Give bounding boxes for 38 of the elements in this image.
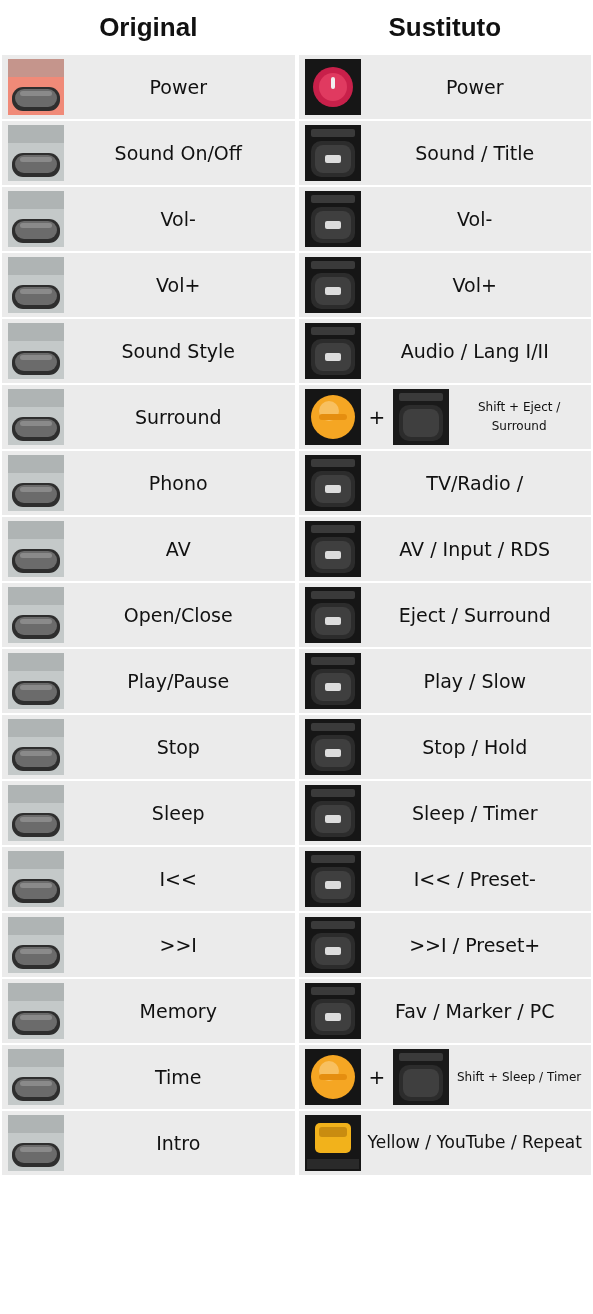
button-label: Vol-	[159, 208, 197, 230]
button-label: I<<	[158, 868, 198, 890]
button-label: Open/Close	[122, 604, 234, 626]
button-label: >>I / Preset+	[408, 934, 542, 956]
button-label: Sleep / Timer	[410, 802, 539, 824]
button-label: Yellow / YouTube / Repeat	[366, 1131, 583, 1155]
button-label: Phono	[147, 472, 209, 494]
button-label: Vol+	[155, 274, 202, 296]
button-label: Fav / Marker / PC	[394, 1000, 556, 1022]
button-label: AV	[164, 538, 192, 560]
button-label: Eject / Surround	[397, 604, 552, 626]
button-label: TV/Radio /	[425, 472, 525, 494]
button-label: Time	[154, 1066, 203, 1088]
button-label: >>I	[158, 934, 198, 956]
button-label: Memory	[138, 1000, 218, 1022]
button-label: Sound On/Off	[113, 142, 244, 164]
button-label: I<< / Preset-	[412, 868, 537, 890]
button-label: Shift + Eject / Surround	[476, 399, 562, 435]
button-label: Play / Slow	[422, 670, 528, 692]
plus-sign: +	[367, 405, 387, 429]
plus-sign: +	[367, 1065, 387, 1089]
column-header: Original	[98, 12, 199, 43]
button-label: Sound Style	[120, 340, 237, 362]
button-label: Shift + Sleep / Timer	[456, 1068, 583, 1086]
column-header: Sustituto	[387, 12, 503, 43]
button-label: AV / Input / RDS	[398, 538, 552, 560]
button-label: Stop / Hold	[421, 736, 529, 758]
button-label: Power	[445, 76, 505, 98]
button-label: Vol+	[451, 274, 498, 296]
button-label: Power	[148, 76, 208, 98]
button-label: Sound / Title	[414, 142, 536, 164]
button-label: Surround	[133, 406, 223, 428]
button-label: Play/Pause	[126, 670, 231, 692]
button-label: Vol-	[456, 208, 494, 230]
button-label: Stop	[155, 736, 201, 758]
button-label: Audio / Lang I/II	[399, 340, 550, 362]
button-label: Intro	[155, 1132, 202, 1154]
button-label: Sleep	[150, 802, 206, 824]
